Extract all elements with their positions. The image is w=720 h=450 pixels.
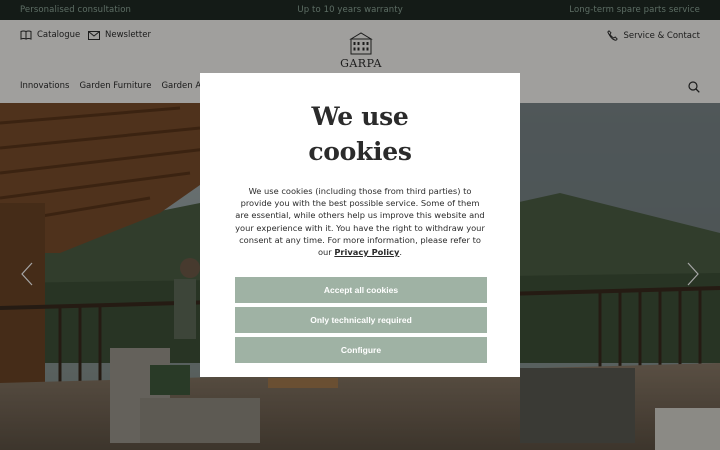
cookie-dialog-title: We use cookies bbox=[308, 102, 412, 166]
cookie-consent-dialog: We use cookies We use cookies (including… bbox=[200, 73, 520, 377]
privacy-policy-link[interactable]: Privacy Policy bbox=[334, 247, 399, 257]
only-required-cookies-button[interactable]: Only technically required bbox=[235, 307, 487, 334]
configure-cookies-button[interactable]: Configure bbox=[235, 337, 487, 364]
cookie-dialog-text: We use cookies (including those from thi… bbox=[235, 185, 485, 258]
cookie-dialog-period: . bbox=[399, 247, 403, 258]
accept-all-cookies-button[interactable]: Accept all cookies bbox=[235, 277, 487, 304]
